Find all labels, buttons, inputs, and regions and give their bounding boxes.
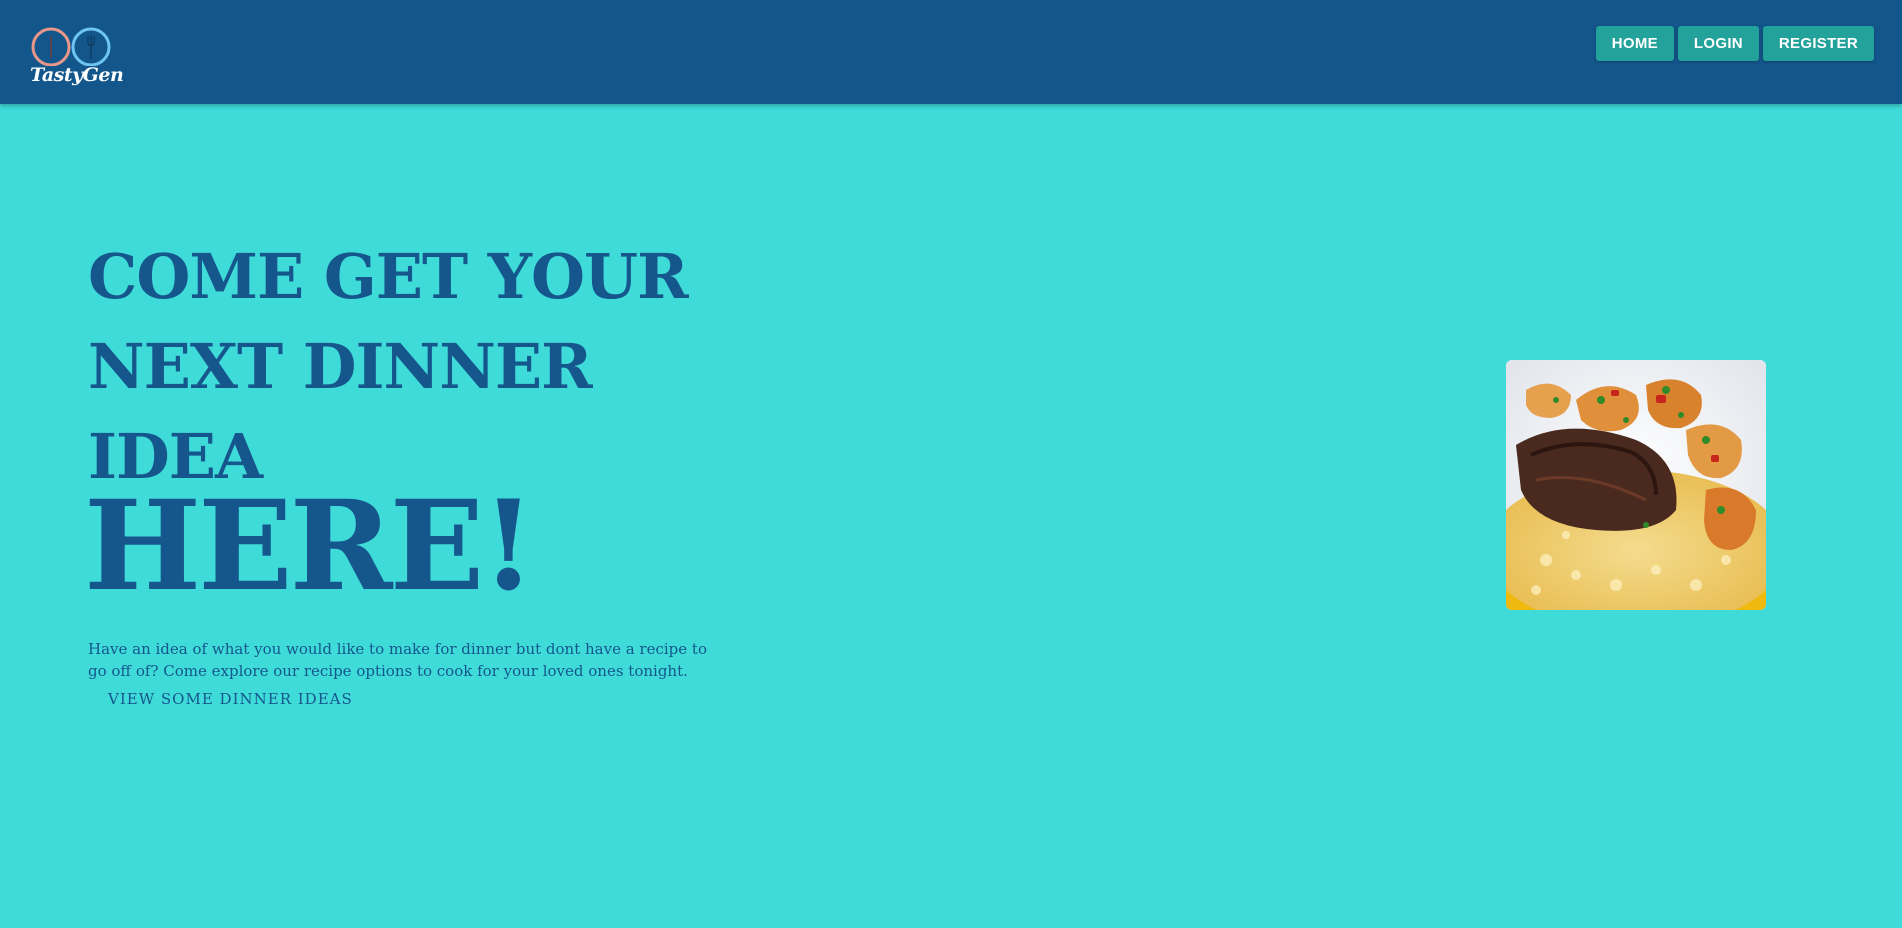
hero-heading: COME GET YOUR NEXT DINNER IDEA xyxy=(88,240,689,493)
register-button[interactable]: REGISTER xyxy=(1762,26,1874,61)
brand-logo[interactable]: TastyGen xyxy=(30,26,124,92)
login-button[interactable]: LOGIN xyxy=(1677,26,1759,61)
steak-shrimp-risotto-image xyxy=(1506,360,1766,610)
hero-food-image xyxy=(1506,360,1766,610)
brand-name: TastyGen xyxy=(30,64,124,86)
view-dinner-ideas-link[interactable]: VIEW SOME DINNER IDEAS xyxy=(108,690,353,708)
navbar: TastyGen HOME LOGIN REGISTER xyxy=(0,0,1902,104)
hero-heading-emphasis: HERE! xyxy=(84,474,536,619)
hero-description: Have an idea of what you would like to m… xyxy=(88,640,707,680)
fork-knife-logo-icon xyxy=(31,27,111,67)
home-button[interactable]: HOME xyxy=(1595,26,1674,61)
nav-menu: HOME LOGIN REGISTER xyxy=(1595,26,1874,61)
